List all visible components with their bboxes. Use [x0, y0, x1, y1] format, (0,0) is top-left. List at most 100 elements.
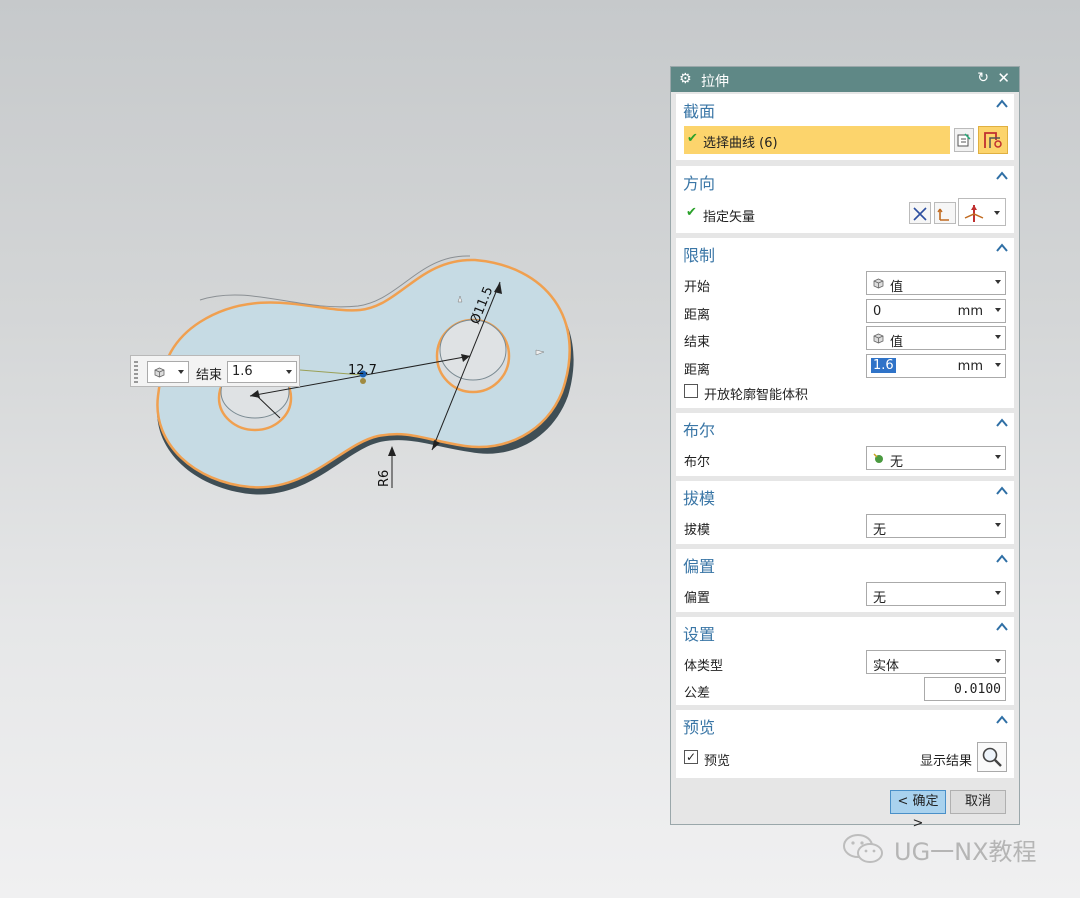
inline-end-input[interactable]: 1.6 [227, 361, 297, 383]
chevron-down-icon [995, 455, 1001, 459]
settings-title: 设置 [683, 625, 716, 644]
boolean-title: 布尔 [683, 421, 716, 440]
chevron-down-icon [995, 523, 1001, 527]
collapse-icon[interactable] [996, 98, 1008, 110]
boolean-none-icon [873, 453, 883, 463]
offset-title: 偏置 [683, 557, 716, 576]
show-result-button[interactable] [977, 742, 1007, 772]
chevron-down-icon [995, 659, 1001, 663]
watermark-text: UG一NX教程 [894, 838, 1037, 866]
collapse-icon[interactable] [996, 417, 1008, 429]
chevron-down-icon[interactable] [995, 308, 1001, 312]
sketch-icon [957, 133, 971, 147]
distance1-input[interactable]: 0 mm [866, 299, 1006, 323]
body-type-label: 体类型 [684, 659, 724, 674]
draft-dropdown[interactable]: 无 [866, 514, 1006, 538]
boolean-label: 布尔 [684, 455, 711, 470]
preview-panel: 预览 ✓ 预览 显示结果 [676, 710, 1014, 778]
distance1-unit: mm [957, 304, 983, 319]
start-dropdown[interactable]: 值 [866, 271, 1006, 295]
collapse-icon[interactable] [996, 170, 1008, 182]
collapse-icon[interactable] [996, 485, 1008, 497]
section-title: 截面 [683, 102, 716, 121]
dialog-title: 拉伸 [701, 74, 729, 90]
vector-dialog-button[interactable] [934, 202, 956, 224]
vector-type-dropdown[interactable] [958, 198, 1006, 226]
sketch-section-button[interactable] [954, 128, 974, 152]
chevron-down-icon [995, 280, 1001, 284]
open-profile-label: 开放轮廓智能体积 [704, 388, 809, 403]
specify-vector-label: 指定矢量 [703, 210, 756, 225]
inline-end-widget: 结束 1.6 [130, 355, 300, 387]
dim-radius-text: R6 [377, 470, 392, 487]
collapse-icon[interactable] [996, 621, 1008, 633]
curve-rule-button[interactable] [978, 126, 1008, 154]
dim-length-text: 12.7 [348, 363, 377, 378]
distance2-unit: mm [957, 359, 983, 374]
preview-title: 预览 [683, 718, 716, 737]
close-icon[interactable]: ✕ [997, 69, 1010, 87]
end-label: 结束 [684, 335, 711, 350]
collapse-icon[interactable] [996, 714, 1008, 726]
end-value: 值 [890, 335, 904, 350]
tolerance-input[interactable]: 0.0100 [924, 677, 1006, 701]
draft-label: 拔模 [684, 523, 711, 538]
chevron-down-icon [995, 335, 1001, 339]
draft-panel: 拔模 拔模 无 [676, 481, 1014, 544]
open-profile-checkbox[interactable] [684, 384, 698, 398]
select-curve-row[interactable]: ✔ 选择曲线 (6) [684, 126, 950, 154]
direction-panel: 方向 ✔ 指定矢量 [676, 166, 1014, 233]
dialog-titlebar[interactable]: ⚙ 拉伸 ↻ ✕ [671, 67, 1019, 92]
drag-handle[interactable] [134, 361, 138, 383]
distance1-label: 距离 [684, 308, 711, 323]
start-label: 开始 [684, 280, 711, 295]
end-dropdown[interactable]: 值 [866, 326, 1006, 350]
offset-dropdown[interactable]: 无 [866, 582, 1006, 606]
start-value: 值 [890, 280, 904, 295]
check-icon: ✔ [687, 131, 698, 146]
chevron-down-icon[interactable] [286, 370, 292, 374]
direction-title: 方向 [683, 174, 716, 193]
end-type-dropdown[interactable] [147, 361, 189, 383]
inline-end-label: 结束 [196, 368, 223, 383]
zc-axis-icon [964, 205, 984, 222]
distance2-label: 距离 [684, 363, 711, 378]
chevron-down-icon [994, 211, 1000, 215]
body-type-value: 实体 [873, 659, 900, 674]
collapse-icon[interactable] [996, 553, 1008, 565]
distance1-value: 0 [873, 304, 882, 319]
limits-title: 限制 [683, 246, 716, 265]
chevron-down-icon [178, 370, 184, 374]
tolerance-label: 公差 [684, 686, 711, 701]
ok-button[interactable]: < 确定 > [890, 790, 946, 831]
reset-icon[interactable]: ↻ [977, 70, 989, 86]
graphics-viewport[interactable]: 12.7 Ø11.5 R6 [0, 0, 660, 898]
inline-end-value: 1.6 [232, 364, 253, 379]
boolean-dropdown[interactable]: 无 [866, 446, 1006, 470]
section-panel: 截面 ✔ 选择曲线 (6) [676, 94, 1014, 160]
reverse-direction-icon [913, 207, 927, 221]
magnifier-icon [982, 747, 1002, 767]
body-type-dropdown[interactable]: 实体 [866, 650, 1006, 674]
offset-label: 偏置 [684, 591, 711, 606]
extrude-dialog: ⚙ 拉伸 ↻ ✕ 截面 ✔ 选择曲线 (6) 方向 ✔ 指定矢量 限制 开始 值… [670, 66, 1020, 831]
collapse-icon[interactable] [996, 242, 1008, 254]
limits-panel: 限制 开始 值 距离 0 mm 结束 值 距离 1.6 mm 开放轮廓智能体积 [676, 238, 1014, 408]
cube-icon [873, 278, 884, 289]
tolerance-value: 0.0100 [954, 682, 1001, 697]
preview-checkbox[interactable]: ✓ [684, 750, 698, 764]
preview-label: 预览 [704, 754, 731, 769]
wechat-icon [843, 834, 883, 863]
cancel-button[interactable]: 取消 [950, 790, 1006, 814]
distance2-value: 1.6 [871, 358, 896, 373]
gear-icon[interactable]: ⚙ [679, 71, 692, 87]
show-result-label: 显示结果 [920, 754, 973, 769]
boolean-panel: 布尔 布尔 无 [676, 413, 1014, 476]
draft-title: 拔模 [683, 489, 716, 508]
check-icon: ✔ [686, 205, 697, 220]
reverse-direction-button[interactable] [909, 202, 931, 224]
distance2-input[interactable]: 1.6 mm [866, 354, 1006, 378]
chevron-down-icon[interactable] [995, 363, 1001, 367]
select-curve-label: 选择曲线 (6) [703, 136, 778, 151]
draft-value: 无 [873, 523, 887, 538]
